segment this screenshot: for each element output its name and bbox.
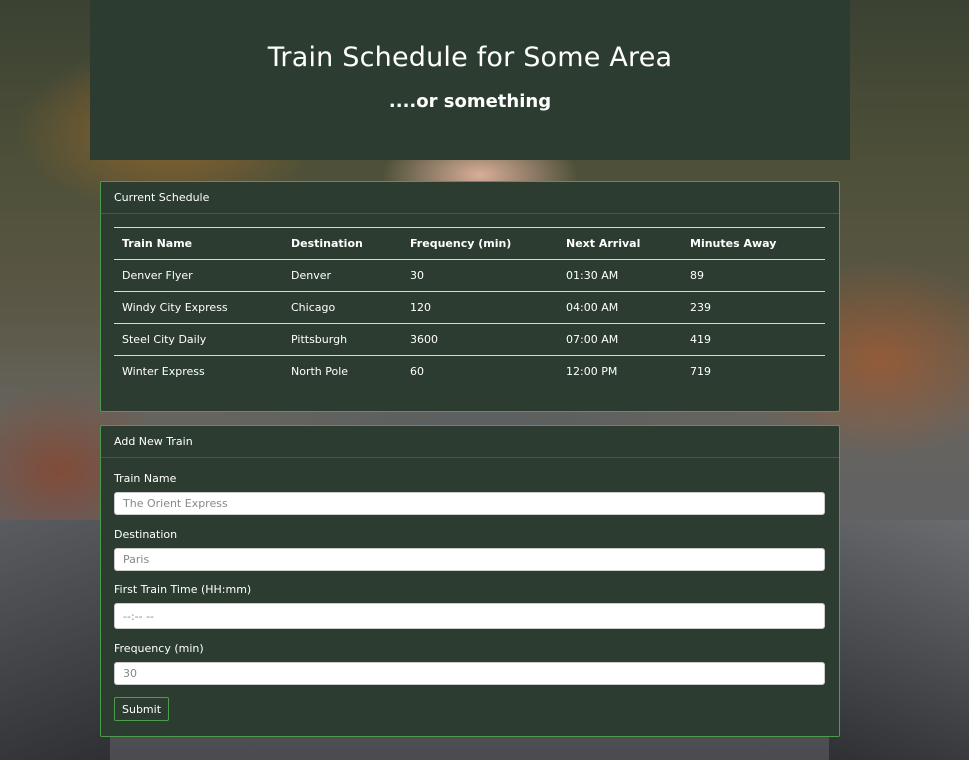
cell-destination: Pittsburgh [291,333,348,346]
table-row: Windy City Express Chicago 120 04:00 AM … [114,292,825,324]
destination-input[interactable] [114,548,825,571]
cell-destination: Denver [291,269,332,282]
add-train-panel-heading: Add New Train [101,426,839,458]
frequency-group: Frequency (min) [114,642,825,685]
cell-train-name: Windy City Express [122,301,228,314]
train-name-input[interactable] [114,492,825,515]
background-rail-left [0,520,110,760]
destination-label: Destination [114,528,178,541]
cell-train-name: Winter Express [122,365,205,378]
train-name-label: Train Name [114,472,177,485]
frequency-label: Frequency (min) [114,642,204,655]
frequency-input[interactable] [114,662,825,685]
table-row: Steel City Daily Pittsburgh 3600 07:00 A… [114,324,825,356]
header-banner: Train Schedule for Some Area ....or some… [90,0,850,160]
schedule-table: Train Name Destination Frequency (min) N… [114,227,825,387]
cell-frequency: 120 [410,301,431,314]
cell-destination: North Pole [291,365,349,378]
table-row: Winter Express North Pole 60 12:00 PM 71… [114,356,825,388]
cell-next-arrival: 01:30 AM [566,269,619,282]
column-header-destination: Destination [291,237,363,250]
cell-minutes-away: 719 [690,365,711,378]
add-train-panel: Add New Train Train Name Destination Fir… [100,425,840,737]
cell-minutes-away: 419 [690,333,711,346]
background-rail-right [829,520,969,760]
page-subtitle: ....or something [388,91,552,112]
cell-frequency: 60 [410,365,424,378]
cell-next-arrival: 12:00 PM [566,365,618,378]
submit-button[interactable]: Submit [114,697,169,721]
schedule-panel: Current Schedule Train Name Destination … [100,181,840,412]
column-header-frequency: Frequency (min) [410,237,512,250]
table-header-row: Train Name Destination Frequency (min) N… [114,227,825,260]
cell-train-name: Steel City Daily [122,333,207,346]
cell-next-arrival: 07:00 AM [566,333,619,346]
train-name-group: Train Name [114,472,825,515]
first-train-time-label: First Train Time (HH:mm) [114,583,252,596]
cell-minutes-away: 89 [690,269,704,282]
cell-frequency: 30 [410,269,424,282]
first-train-time-input[interactable] [114,603,825,629]
cell-frequency: 3600 [410,333,438,346]
cell-minutes-away: 239 [690,301,711,314]
column-header-next-arrival: Next Arrival [566,237,641,250]
column-header-minutes-away: Minutes Away [690,237,777,250]
schedule-panel-heading: Current Schedule [101,182,839,214]
page-title: Train Schedule for Some Area [267,42,673,73]
first-train-time-group: First Train Time (HH:mm) [114,583,825,629]
cell-destination: Chicago [291,301,336,314]
column-header-train-name: Train Name [122,237,193,250]
destination-group: Destination [114,528,825,571]
cell-train-name: Denver Flyer [122,269,193,282]
cell-next-arrival: 04:00 AM [566,301,619,314]
table-row: Denver Flyer Denver 30 01:30 AM 89 [114,260,825,292]
